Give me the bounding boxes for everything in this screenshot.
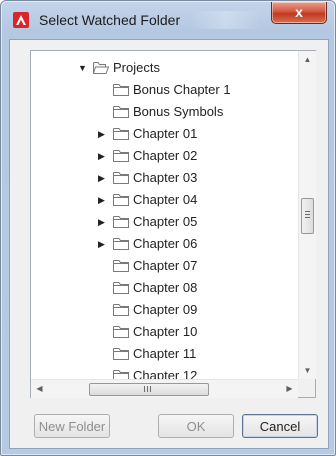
folder-icon xyxy=(113,106,129,118)
expand-arrow-icon[interactable]: ▶ xyxy=(98,233,108,255)
tree-item[interactable]: Chapter 07 xyxy=(31,255,291,277)
folder-tree[interactable]: ▼ Projects Bonus Chapter 1 Bonus Symbols ▶… xyxy=(30,50,316,398)
tree-item-label: Projects xyxy=(113,60,160,75)
tree-item[interactable]: ▶ Chapter 04 xyxy=(31,189,291,211)
tree-item-label: Chapter 07 xyxy=(133,258,198,273)
folder-icon xyxy=(113,150,129,162)
scroll-left-icon[interactable]: ◀ xyxy=(31,380,48,398)
dialog-window: Select Watched Folder x ▼ Projects Bonus… xyxy=(0,0,336,456)
tree-item-label: Chapter 01 xyxy=(133,126,198,141)
tree-item[interactable]: Chapter 11 xyxy=(31,343,291,365)
title-bar-glare xyxy=(191,11,261,29)
title-bar[interactable]: Select Watched Folder x xyxy=(1,1,335,39)
expand-arrow-icon[interactable]: ▶ xyxy=(98,211,108,233)
horizontal-scroll-thumb[interactable] xyxy=(89,383,209,396)
tree-item-label: Chapter 03 xyxy=(133,170,198,185)
tree-item[interactable]: Chapter 08 xyxy=(31,277,291,299)
folder-icon xyxy=(113,84,129,96)
tree-item-label: Chapter 10 xyxy=(133,324,198,339)
folder-icon xyxy=(113,260,129,272)
vertical-scrollbar[interactable]: ▲ ▼ xyxy=(298,51,316,379)
tree-item[interactable]: ▶ Chapter 06 xyxy=(31,233,291,255)
tree-item-label: Chapter 09 xyxy=(133,302,198,317)
folder-icon xyxy=(113,128,129,140)
tree-item-label: Chapter 06 xyxy=(133,236,198,251)
folder-icon xyxy=(113,282,129,294)
tree-viewport: ▼ Projects Bonus Chapter 1 Bonus Symbols ▶… xyxy=(31,51,298,379)
tree-item-projects[interactable]: ▼ Projects xyxy=(31,57,291,79)
window-title: Select Watched Folder xyxy=(39,12,181,28)
collapse-arrow-icon[interactable]: ▼ xyxy=(78,57,88,79)
folder-icon xyxy=(113,304,129,316)
folder-icon xyxy=(113,172,129,184)
tree-item-label: Chapter 04 xyxy=(133,192,198,207)
tree-item[interactable]: Chapter 09 xyxy=(31,299,291,321)
expand-arrow-icon[interactable]: ▶ xyxy=(98,145,108,167)
tree-item[interactable]: ▶ Chapter 01 xyxy=(31,123,291,145)
folder-icon xyxy=(113,238,129,250)
ok-button[interactable]: OK xyxy=(158,414,234,438)
tree-item-label: Bonus Chapter 1 xyxy=(133,82,231,97)
tree-item-label: Chapter 05 xyxy=(133,214,198,229)
tree-item-label: Chapter 02 xyxy=(133,148,198,163)
tree-item-label: Chapter 12 xyxy=(133,368,198,379)
vertical-scroll-thumb[interactable] xyxy=(301,198,314,234)
tree-item[interactable]: ▶ Chapter 02 xyxy=(31,145,291,167)
tree-item[interactable]: Bonus Chapter 1 xyxy=(31,79,291,101)
tree-item-label: Bonus Symbols xyxy=(133,104,224,119)
scroll-down-icon[interactable]: ▼ xyxy=(299,362,316,379)
expand-arrow-icon[interactable]: ▶ xyxy=(98,189,108,211)
folder-icon xyxy=(113,348,129,360)
scroll-up-icon[interactable]: ▲ xyxy=(299,51,316,68)
close-button[interactable]: x xyxy=(271,2,327,24)
folder-icon xyxy=(113,194,129,206)
tree-item[interactable]: ▶ Chapter 03 xyxy=(31,167,291,189)
autocad-logo-icon xyxy=(13,12,29,28)
expand-arrow-icon[interactable]: ▶ xyxy=(98,167,108,189)
cancel-button[interactable]: Cancel xyxy=(242,414,318,438)
scrollbar-corner xyxy=(298,379,315,397)
expand-arrow-icon[interactable]: ▶ xyxy=(98,123,108,145)
horizontal-scrollbar[interactable]: ◀ ▶ xyxy=(31,379,298,398)
folder-icon xyxy=(113,370,129,379)
dialog-body: ▼ Projects Bonus Chapter 1 Bonus Symbols ▶… xyxy=(9,39,329,449)
scroll-right-icon[interactable]: ▶ xyxy=(281,380,298,398)
grip-icon xyxy=(305,211,310,219)
folder-icon xyxy=(113,326,129,338)
tree-item[interactable]: Chapter 12 xyxy=(31,365,291,379)
tree-item-label: Chapter 11 xyxy=(133,346,197,361)
tree-item-label: Chapter 08 xyxy=(133,280,198,295)
folder-icon xyxy=(113,216,129,228)
new-folder-button[interactable]: New Folder xyxy=(34,414,110,438)
tree-item[interactable]: Chapter 10 xyxy=(31,321,291,343)
folder-open-icon xyxy=(93,62,109,74)
grip-icon xyxy=(144,386,152,392)
tree-item[interactable]: ▶ Chapter 05 xyxy=(31,211,291,233)
tree-item[interactable]: Bonus Symbols xyxy=(31,101,291,123)
